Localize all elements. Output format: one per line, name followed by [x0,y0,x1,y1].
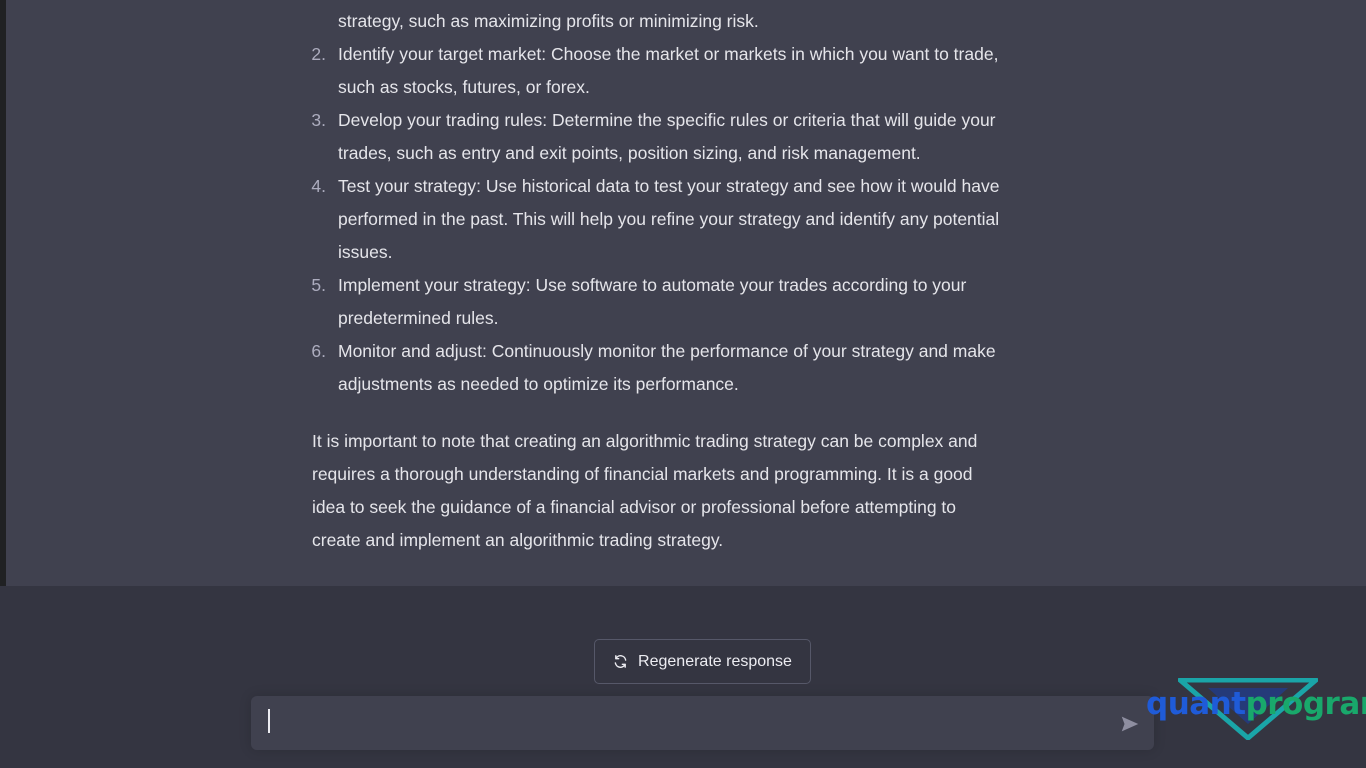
list-number: 6. [311,341,326,361]
list-item-text: Identify your target market: Choose the … [338,44,999,97]
list-item: 5. Implement your strategy: Use software… [306,269,1096,335]
refresh-icon [614,655,627,668]
list-item: 3. Develop your trading rules: Determine… [306,104,1096,170]
regenerate-response-button[interactable]: Regenerate response [594,639,811,684]
list-number: 3. [311,110,326,130]
list-number: 5. [311,275,326,295]
list-number: 4. [311,176,326,196]
message-input[interactable] [265,696,1105,750]
list-item-text: strategy, such as maximizing profits or … [338,11,759,31]
chat-window: 1. strategy, such as maximizing profits … [0,0,1366,768]
assistant-message: 1. strategy, such as maximizing profits … [6,0,1366,586]
quantprogram-watermark-logo: quantprogram [1142,676,1366,740]
text-caret [268,709,270,733]
logo-wordmark: quantprogram [1146,686,1366,722]
list-item-continuation: 1. strategy, such as maximizing profits … [306,5,1096,38]
send-icon[interactable] [1119,713,1141,735]
list-item: 2. Identify your target market: Choose t… [306,38,1096,104]
message-composer [251,696,1154,750]
list-item: 4. Test your strategy: Use historical da… [306,170,1096,269]
list-item: 6. Monitor and adjust: Continuously moni… [306,335,1096,401]
regenerate-label: Regenerate response [638,652,792,670]
list-number: 2. [311,44,326,64]
closing-paragraph: It is important to note that creating an… [312,431,978,550]
list-item-text: Develop your trading rules: Determine th… [338,110,996,163]
list-item-text: Implement your strategy: Use software to… [338,275,967,328]
list-item-text: Monitor and adjust: Continuously monitor… [338,341,996,394]
list-item-text: Test your strategy: Use historical data … [338,176,1000,262]
steps-list: 1. strategy, such as maximizing profits … [306,5,1096,401]
